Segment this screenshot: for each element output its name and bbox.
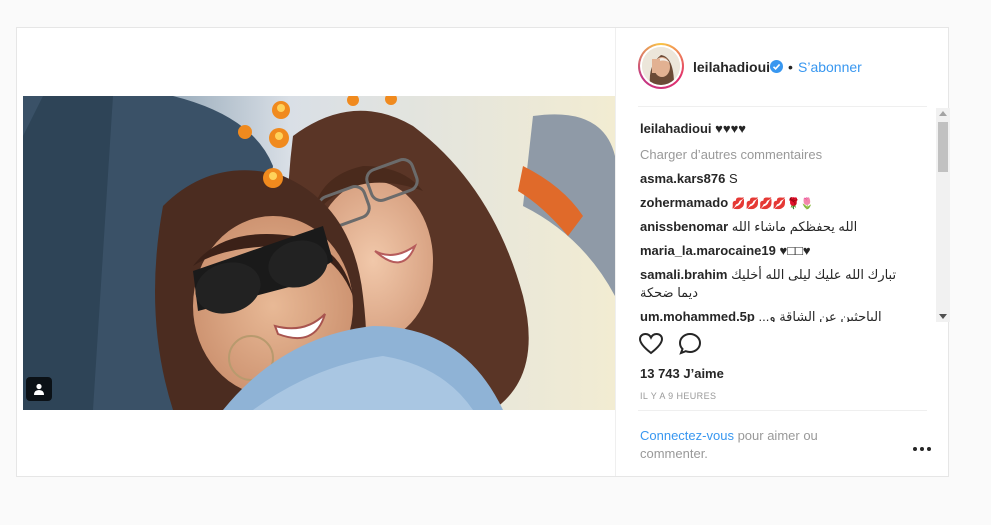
caption-text: ♥♥♥♥ xyxy=(715,121,747,136)
comment-text: S xyxy=(728,171,738,186)
scroll-up-arrow-icon[interactable] xyxy=(939,111,947,116)
comment-item: maria_la.marocaine19 ♥□□♥ xyxy=(640,242,920,260)
scroll-down-arrow-icon[interactable] xyxy=(939,314,947,319)
comments-scrollbar[interactable] xyxy=(936,108,950,322)
comment-username[interactable]: anissbenomar xyxy=(640,219,728,234)
likes-count[interactable]: 13 743 J’aime xyxy=(640,366,724,381)
comment-username[interactable]: asma.kars876 xyxy=(640,171,725,186)
caption: leilahadioui ♥♥♥♥ xyxy=(640,120,920,138)
comments-list[interactable]: leilahadioui ♥♥♥♥ Charger d’autres comme… xyxy=(638,107,934,322)
load-more-label[interactable]: Charger d’autres commentaires xyxy=(640,147,822,162)
comment-item: samali.brahim تبارك الله عليك ليلى الله … xyxy=(640,266,920,302)
comment-item: zohermamado 💋💋💋💋🌹🌷 xyxy=(640,194,920,213)
comment-text: الباحثين عن الشاقة و... xyxy=(758,309,882,322)
post-sidebar: leilahadioui • S’abonner leilahadioui ♥♥… xyxy=(615,28,950,476)
caption-username[interactable]: leilahadioui xyxy=(640,121,712,136)
login-link[interactable]: Connectez-vous xyxy=(640,428,734,443)
selfie-image xyxy=(23,96,615,410)
user-tag-icon xyxy=(34,383,44,395)
comment-text: الله يحفظكم ماشاء الله xyxy=(731,219,858,234)
load-more-comments[interactable]: Charger d’autres commentaires xyxy=(640,146,920,164)
user-tag-button[interactable] xyxy=(26,377,52,401)
verified-badge-icon xyxy=(770,60,783,73)
comment-icon[interactable] xyxy=(677,332,703,356)
header-separator: • xyxy=(788,59,793,75)
post-photo[interactable] xyxy=(23,96,615,410)
login-prompt: Connectez-vous pour aimer ou commenter. xyxy=(640,427,870,463)
comment-username[interactable]: maria_la.marocaine19 xyxy=(640,243,776,258)
more-options-icon[interactable] xyxy=(912,446,932,452)
comment-item: um.mohammed.5p الباحثين عن الشاقة و... xyxy=(640,308,920,322)
post-header: leilahadioui • S’abonner xyxy=(616,28,949,106)
instagram-post: leilahadioui • S’abonner leilahadioui ♥♥… xyxy=(16,27,950,477)
actions-divider xyxy=(638,410,927,411)
comment-text: ♥□□♥ xyxy=(779,243,811,258)
post-media xyxy=(17,28,615,476)
heart-icon[interactable] xyxy=(638,332,664,356)
comment-username[interactable]: samali.brahim xyxy=(640,267,727,282)
avatar[interactable] xyxy=(638,43,684,89)
comment-item: anissbenomar الله يحفظكم ماشاء الله xyxy=(640,218,920,236)
comment-username[interactable]: um.mohammed.5p xyxy=(640,309,755,322)
follow-button[interactable]: S’abonner xyxy=(798,59,862,75)
comment-item: asma.kars876 S xyxy=(640,170,920,188)
comment-text: 💋💋💋💋🌹🌷 xyxy=(731,198,814,210)
username-link[interactable]: leilahadioui xyxy=(693,59,770,75)
scrollbar-thumb[interactable] xyxy=(938,122,948,172)
post-timestamp[interactable]: IL Y A 9 HEURES xyxy=(640,391,716,401)
comment-username[interactable]: zohermamado xyxy=(640,195,728,210)
